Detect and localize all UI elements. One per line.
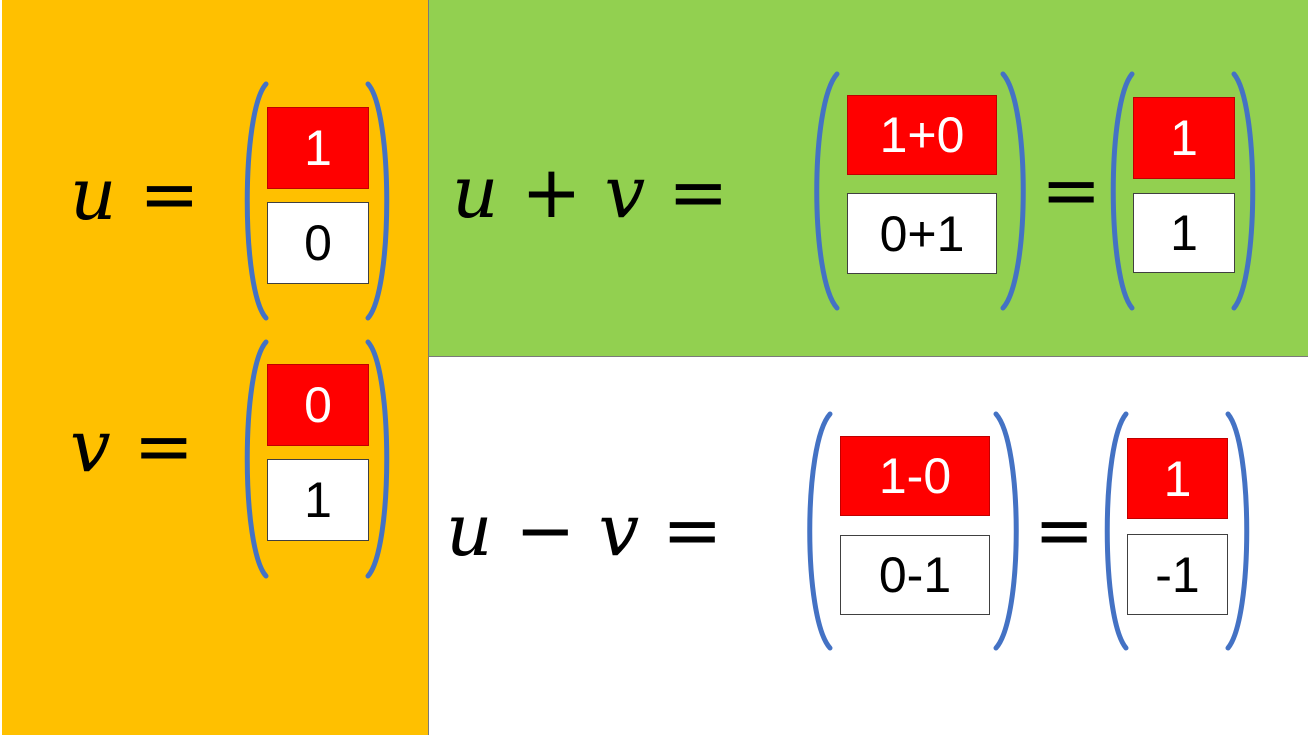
difference-equals-sign: = [662, 488, 723, 572]
sum-expr-top: 1+0 [847, 95, 997, 175]
u-symbol: u [70, 152, 117, 236]
v-equals-sign: = [133, 404, 194, 488]
minus-operator: − [515, 488, 576, 572]
sum-v-symbol: v [604, 150, 646, 234]
v-top-component: 0 [267, 364, 369, 446]
u-definition-lhs: u = [70, 158, 200, 230]
v-definition-lhs: v = [70, 410, 194, 482]
difference-result-top: 1 [1127, 438, 1228, 519]
u-equals-sign: = [139, 152, 200, 236]
sum-result-equals-sign: = [1041, 148, 1102, 232]
difference-lhs: u − v = [446, 494, 722, 566]
sum-lhs: u + v = [452, 156, 728, 228]
v-bottom-component: 1 [267, 459, 369, 541]
difference-expr-bottom: 0-1 [840, 535, 990, 615]
difference-result-bottom: -1 [1127, 534, 1228, 615]
u-bottom-component: 0 [267, 202, 369, 284]
plus-operator: + [521, 150, 582, 234]
sum-equals-sign: = [668, 150, 729, 234]
difference-u-symbol: u [446, 488, 493, 572]
sum-expr-bottom: 0+1 [847, 193, 997, 274]
sum-result-top: 1 [1133, 97, 1235, 179]
difference-result-equals-sign: = [1034, 488, 1095, 572]
sum-result-bottom: 1 [1133, 193, 1235, 273]
sum-u-symbol: u [452, 150, 499, 234]
v-symbol: v [70, 404, 111, 488]
difference-expr-top: 1-0 [840, 436, 990, 516]
difference-v-symbol: v [598, 488, 640, 572]
u-top-component: 1 [267, 107, 369, 189]
